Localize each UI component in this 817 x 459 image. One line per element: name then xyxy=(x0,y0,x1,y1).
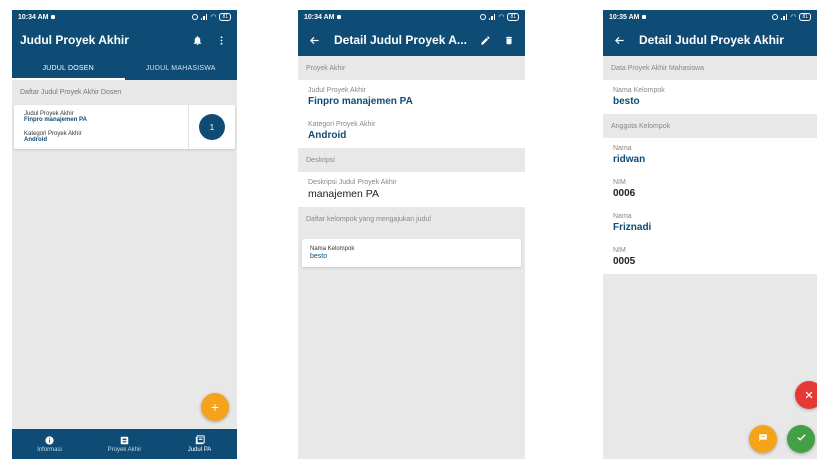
status-bar: 10:34 AM ◠ 81 xyxy=(12,10,237,24)
add-button[interactable]: + xyxy=(201,393,229,421)
notification-icon xyxy=(337,15,342,19)
wifi-icon: ◠ xyxy=(790,14,797,21)
battery-icon: 81 xyxy=(799,13,811,21)
signal-icon xyxy=(488,14,496,20)
kategori-field: Kategori Proyek Akhir Android xyxy=(308,114,515,148)
member-nim-field: NIM 0006 xyxy=(613,172,807,206)
check-icon xyxy=(796,432,807,446)
close-icon xyxy=(804,388,814,403)
judul-list-icon xyxy=(195,435,205,445)
reject-button[interactable] xyxy=(795,381,817,409)
member-nama-value: ridwan xyxy=(613,154,646,165)
nav-proyek-akhir-label: Proyek Akhir xyxy=(107,447,142,453)
delete-trash-icon[interactable] xyxy=(501,32,517,48)
group-head-proyek-akhir: Proyek Akhir xyxy=(298,56,525,80)
status-bar: 10:35 AM ◠ 81 xyxy=(603,10,817,24)
member-nim-field: NIM 0005 xyxy=(613,240,807,274)
deskripsi-field: Deskripsi Judul Proyek Akhir manajemen P… xyxy=(308,172,515,207)
anggota-block: Nama ridwan NIM 0006 Nama Friznadi NIM 0… xyxy=(603,138,817,274)
approve-button[interactable] xyxy=(787,425,815,453)
deskripsi-block: Deskripsi Judul Proyek Akhir manajemen P… xyxy=(298,172,525,207)
screen-judul-proyek-akhir: 10:34 AM ◠ 81 Judul Proyek Akhir JUDUL D… xyxy=(12,10,237,459)
judul-value: Finpro manajemen PA xyxy=(24,117,87,123)
back-arrow-icon[interactable] xyxy=(306,32,322,48)
alarm-icon xyxy=(191,14,198,20)
kelompok-label: Nama Kelompok xyxy=(310,246,355,252)
member-nama-label: Nama xyxy=(613,213,632,220)
member-nim-label: NIM xyxy=(613,179,626,186)
nama-kelompok-label: Nama Kelompok xyxy=(613,87,665,94)
nav-informasi-label: Informasi xyxy=(37,447,62,453)
member-nama-label: Nama xyxy=(613,145,632,152)
signal-icon xyxy=(780,14,788,20)
chat-button[interactable] xyxy=(749,425,777,453)
nav-judul-pa-label: Judul PA xyxy=(187,447,212,453)
nav-proyek-akhir[interactable]: Proyek Akhir xyxy=(87,429,162,459)
tab-judul-mahasiswa[interactable]: JUDUL MAHASISWA xyxy=(125,56,238,80)
judul-field: Judul Proyek Akhir Finpro manajemen PA xyxy=(308,80,515,114)
member-nim-value: 0005 xyxy=(613,256,636,267)
page-title: Detail Judul Proyek A... xyxy=(334,33,467,47)
group-head-anggota: Anggota Kelompok xyxy=(603,114,817,138)
group-head-daftar-kelompok: Daftar kelompok yang mengajukan judul xyxy=(298,207,525,231)
member-nama-field: Nama Friznadi xyxy=(613,206,807,240)
proyek-akhir-block: Judul Proyek Akhir Finpro manajemen PA K… xyxy=(298,80,525,148)
member-nim-label: NIM xyxy=(613,247,626,254)
project-icon xyxy=(120,435,130,445)
nama-kelompok-field: Nama Kelompok besto xyxy=(613,80,807,114)
judul-card[interactable]: Judul Proyek Akhir Finpro manajemen PA K… xyxy=(14,105,235,149)
member-nim-value: 0006 xyxy=(613,188,636,199)
app-bar: Detail Judul Proyek Akhir xyxy=(603,24,817,56)
deskripsi-label: Deskripsi Judul Proyek Akhir xyxy=(308,179,397,186)
count-badge: 1 xyxy=(199,114,225,140)
tab-judul-dosen[interactable]: JUDUL DOSEN xyxy=(12,56,125,80)
status-time: 10:35 AM xyxy=(609,13,640,21)
group-head-data-proyek: Data Proyek Akhir Mahasiswa xyxy=(603,56,817,80)
screen-detail-kelompok: 10:35 AM ◠ 81 Detail Judul Proyek Akhir … xyxy=(603,10,817,459)
wifi-icon: ◠ xyxy=(210,14,217,21)
status-time: 10:34 AM xyxy=(304,13,335,21)
battery-icon: 81 xyxy=(507,13,519,21)
kelompok-value: besto xyxy=(310,253,328,260)
alarm-icon xyxy=(479,14,486,20)
edit-pencil-icon[interactable] xyxy=(477,32,493,48)
nav-judul-pa[interactable]: Judul PA xyxy=(162,429,237,459)
battery-icon: 81 xyxy=(219,13,231,21)
chat-icon xyxy=(758,433,768,446)
screen-detail-judul: 10:34 AM ◠ 81 Detail Judul Proyek A... P… xyxy=(298,10,525,459)
notification-icon xyxy=(642,15,647,19)
app-bar: Detail Judul Proyek A... xyxy=(298,24,525,56)
more-vert-icon[interactable] xyxy=(213,32,229,48)
bottom-nav: Informasi Proyek Akhir Judul PA xyxy=(12,429,237,459)
tab-bar: JUDUL DOSEN JUDUL MAHASISWA xyxy=(12,56,237,80)
count-badge-wrap: 1 xyxy=(189,105,235,149)
page-title: Detail Judul Proyek Akhir xyxy=(639,33,784,47)
status-time: 10:34 AM xyxy=(18,13,49,21)
signal-icon xyxy=(200,14,208,20)
nama-kelompok-value: besto xyxy=(613,96,640,107)
kelompok-card[interactable]: Nama Kelompok besto xyxy=(302,239,521,267)
page-title: Judul Proyek Akhir xyxy=(20,33,129,47)
notification-icon xyxy=(51,15,56,19)
nav-informasi[interactable]: Informasi xyxy=(12,429,87,459)
judul-card-content: Judul Proyek Akhir Finpro manajemen PA K… xyxy=(14,105,189,149)
kategori-value: Android xyxy=(308,130,347,141)
bell-icon[interactable] xyxy=(189,32,205,48)
deskripsi-value: manajemen PA xyxy=(308,188,380,200)
member-nama-value: Friznadi xyxy=(613,222,652,233)
alarm-icon xyxy=(771,14,778,20)
info-icon xyxy=(45,435,55,445)
back-arrow-icon[interactable] xyxy=(611,32,627,48)
member-nama-field: Nama ridwan xyxy=(613,138,807,172)
status-bar: 10:34 AM ◠ 81 xyxy=(298,10,525,24)
group-head-deskripsi: Deskripsi xyxy=(298,148,525,172)
judul-label: Judul Proyek Akhir xyxy=(308,87,366,94)
wifi-icon: ◠ xyxy=(498,14,505,21)
judul-value: Finpro manajemen PA xyxy=(308,96,413,107)
kategori-label: Kategori Proyek Akhir xyxy=(308,121,376,128)
section-label: Daftar Judul Proyek Akhir Dosen xyxy=(20,89,122,96)
data-proyek-block: Nama Kelompok besto xyxy=(603,80,817,114)
kategori-value: Android xyxy=(24,137,47,143)
app-bar: Judul Proyek Akhir xyxy=(12,24,237,56)
